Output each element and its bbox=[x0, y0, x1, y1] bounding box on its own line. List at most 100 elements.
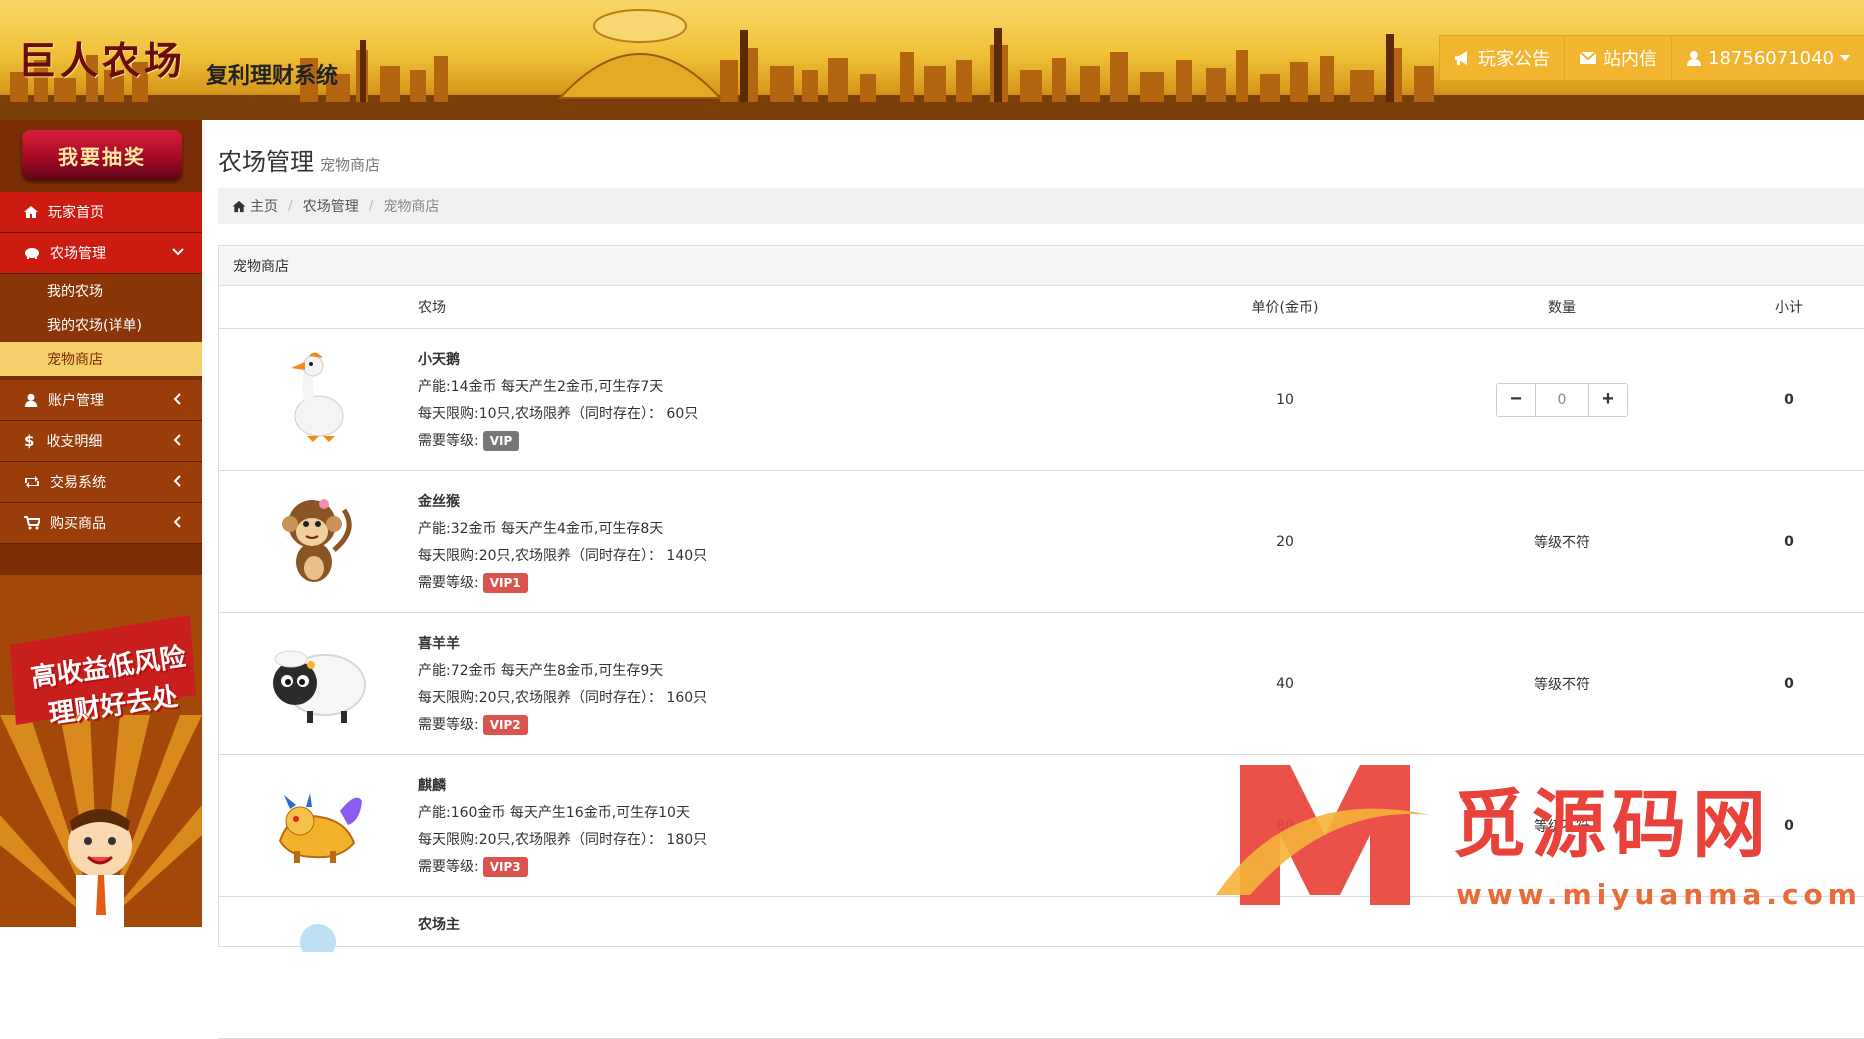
envelope-icon bbox=[1579, 51, 1597, 64]
home-icon bbox=[24, 206, 38, 218]
breadcrumb-separator: / bbox=[288, 198, 293, 214]
dollar-icon: $ bbox=[24, 432, 35, 450]
pig-icon bbox=[25, 248, 39, 259]
cart-icon bbox=[24, 516, 40, 530]
pet-level: 需要等级: VIP2 bbox=[418, 714, 1158, 735]
pet-limit: 每天限购:20只,农场限养（同时存在）： 140只 bbox=[418, 547, 708, 564]
page-title: 农场管理 宠物商店 bbox=[218, 142, 380, 177]
quantity-stepper: − + bbox=[1496, 382, 1628, 417]
chevron-left-icon bbox=[173, 434, 181, 446]
pet-level: 需要等级: VIP bbox=[418, 430, 1158, 451]
top-header: 巨人农场 复利理财系统 玩家公告 站内信 18756071040 bbox=[0, 0, 1864, 120]
watermark-text: 觅源码网 bbox=[1452, 782, 1772, 868]
sidebar-item-home[interactable]: 玩家首页 bbox=[0, 192, 202, 233]
user-menu[interactable]: 18756071040 bbox=[1672, 36, 1864, 80]
table-row: 金丝猴 产能:32金币 每天产生4金币,可生存8天 每天限购:20只,农场限养（… bbox=[219, 470, 1864, 613]
pet-subtotal: 0 bbox=[1713, 328, 1864, 471]
pet-name: 农场主 bbox=[418, 917, 460, 933]
user-icon bbox=[24, 393, 38, 407]
watermark-url: www.miyuanma.com bbox=[1456, 878, 1862, 911]
pet-limit: 每天限购:10只,农场限养（同时存在）： 60只 bbox=[418, 405, 699, 422]
inbox-link[interactable]: 站内信 bbox=[1565, 36, 1673, 80]
sidebar-item-farm[interactable]: 农场管理 bbox=[0, 233, 202, 274]
pet-level: 需要等级: VIP3 bbox=[418, 856, 1158, 877]
breadcrumb: 主页 / 农场管理 / 宠物商店 bbox=[218, 188, 1864, 224]
level-badge: VIP2 bbox=[482, 714, 528, 735]
pet-limit: 每天限购:20只,农场限养（同时存在）： 180只 bbox=[418, 831, 708, 848]
pet-table: 农场 单价(金币) 数量 小计 小天鹅 产能:14金币 每天产生2金币,可生存7… bbox=[219, 286, 1864, 1039]
chevron-down-icon bbox=[172, 248, 184, 256]
sidebar-item-label: 交易系统 bbox=[50, 475, 106, 491]
pet-capacity: 产能:72金币 每天产生8金币,可生存9天 bbox=[418, 662, 664, 679]
sidebar-item-shop[interactable]: 购买商品 bbox=[0, 503, 202, 544]
announcement-label: 玩家公告 bbox=[1478, 49, 1551, 70]
pet-description: 小天鹅 产能:14金币 每天产生2金币,可生存7天 每天限购:10只,农场限养（… bbox=[417, 328, 1159, 471]
chevron-left-icon bbox=[173, 516, 181, 528]
pet-description: 喜羊羊 产能:72金币 每天产生8金币,可生存9天 每天限购:20只,农场限养（… bbox=[417, 612, 1159, 755]
table-row: 农场主 bbox=[219, 896, 1864, 1039]
level-label: 需要等级: bbox=[418, 858, 479, 875]
pet-image-cell bbox=[219, 612, 417, 755]
user-phone: 18756071040 bbox=[1708, 47, 1834, 69]
brand-logo: 巨人农场 bbox=[18, 38, 187, 83]
sidebar-subitem-my-farm[interactable]: 我的农场 bbox=[0, 274, 202, 308]
pet-price: 10 bbox=[1159, 328, 1411, 471]
decrement-button[interactable]: − bbox=[1497, 383, 1535, 416]
pet-image-cell bbox=[219, 754, 417, 897]
sidebar-item-label: 农场管理 bbox=[50, 246, 106, 262]
announcement-link[interactable]: 玩家公告 bbox=[1440, 36, 1566, 80]
pet-subtotal: 0 bbox=[1713, 470, 1864, 613]
quantity-cell: − + bbox=[1411, 328, 1713, 471]
column-header-quantity: 数量 bbox=[1411, 286, 1713, 329]
table-row: 喜羊羊 产能:72金币 每天产生8金币,可生存9天 每天限购:20只,农场限养（… bbox=[219, 612, 1864, 755]
sheep-image bbox=[273, 650, 366, 723]
chevron-left-icon bbox=[173, 475, 181, 487]
sidebar-item-label: 玩家首页 bbox=[48, 205, 104, 221]
pet-description: 麒麟 产能:160金币 每天产生16金币,可生存10天 每天限购:20只,农场限… bbox=[417, 754, 1159, 897]
page-title-text: 农场管理 bbox=[218, 148, 314, 176]
level-badge: VIP bbox=[482, 430, 520, 451]
sidebar-subitem-pet-shop[interactable]: 宠物商店 bbox=[0, 342, 202, 376]
column-header-image bbox=[219, 286, 417, 329]
pet-description: 金丝猴 产能:32金币 每天产生4金币,可生存8天 每天限购:20只,农场限养（… bbox=[417, 470, 1159, 613]
caret-down-icon bbox=[1840, 55, 1850, 61]
home-icon bbox=[232, 200, 246, 212]
top-nav: 玩家公告 站内信 18756071040 bbox=[1439, 35, 1864, 81]
pet-price bbox=[1159, 896, 1411, 1039]
page-subtitle: 宠物商店 bbox=[320, 156, 381, 174]
pet-name: 麒麟 bbox=[418, 777, 446, 794]
pet-description: 农场主 bbox=[417, 896, 1159, 1039]
megaphone-icon bbox=[1455, 51, 1468, 65]
breadcrumb-farm[interactable]: 农场管理 bbox=[303, 196, 359, 216]
retweet-icon bbox=[25, 476, 39, 488]
table-row: 小天鹅 产能:14金币 每天产生2金币,可生存7天 每天限购:10只,农场限养（… bbox=[219, 328, 1864, 471]
increment-button[interactable]: + bbox=[1589, 383, 1627, 416]
user-icon bbox=[1687, 51, 1702, 66]
breadcrumb-separator: / bbox=[368, 198, 374, 214]
promo-banner[interactable]: 高收益低风险 理财好去处 bbox=[0, 575, 202, 927]
breadcrumb-home[interactable]: 主页 bbox=[232, 196, 278, 216]
sidebar-subitem-my-farm-detail[interactable]: 我的农场(详单) bbox=[0, 308, 202, 342]
sidebar: 我要抽奖 玩家首页 农场管理 我的农场 我的农场(详单) 宠物商店 账户管理 $… bbox=[0, 120, 202, 927]
lottery-button[interactable]: 我要抽奖 bbox=[22, 130, 182, 180]
pet-capacity: 产能:160金币 每天产生16金币,可生存10天 bbox=[418, 804, 690, 821]
quantity-input[interactable] bbox=[1535, 383, 1589, 416]
pet-name: 金丝猴 bbox=[418, 493, 460, 510]
breadcrumb-current: 宠物商店 bbox=[383, 199, 440, 215]
breadcrumb-home-label: 主页 bbox=[250, 199, 278, 215]
column-header-price: 单价(金币) bbox=[1159, 286, 1411, 329]
sunburst-graphic bbox=[0, 575, 202, 927]
sidebar-item-label: 购买商品 bbox=[50, 516, 106, 532]
column-header-subtotal: 小计 bbox=[1713, 286, 1864, 329]
pet-capacity: 产能:32金币 每天产生4金币,可生存8天 bbox=[418, 520, 664, 537]
swan-image bbox=[291, 351, 344, 442]
watermark-logo bbox=[1216, 765, 1430, 905]
sidebar-item-finance[interactable]: $ 收支明细 bbox=[0, 421, 202, 462]
sidebar-item-trade[interactable]: 交易系统 bbox=[0, 462, 202, 503]
level-mismatch-status: 等级不符 bbox=[1411, 470, 1713, 613]
farm-submenu: 我的农场 我的农场(详单) 宠物商店 bbox=[0, 274, 202, 376]
pet-name: 小天鹅 bbox=[418, 351, 460, 368]
level-label: 需要等级: bbox=[418, 574, 479, 591]
chevron-left-icon bbox=[173, 393, 181, 405]
sidebar-item-account[interactable]: 账户管理 bbox=[0, 376, 202, 421]
